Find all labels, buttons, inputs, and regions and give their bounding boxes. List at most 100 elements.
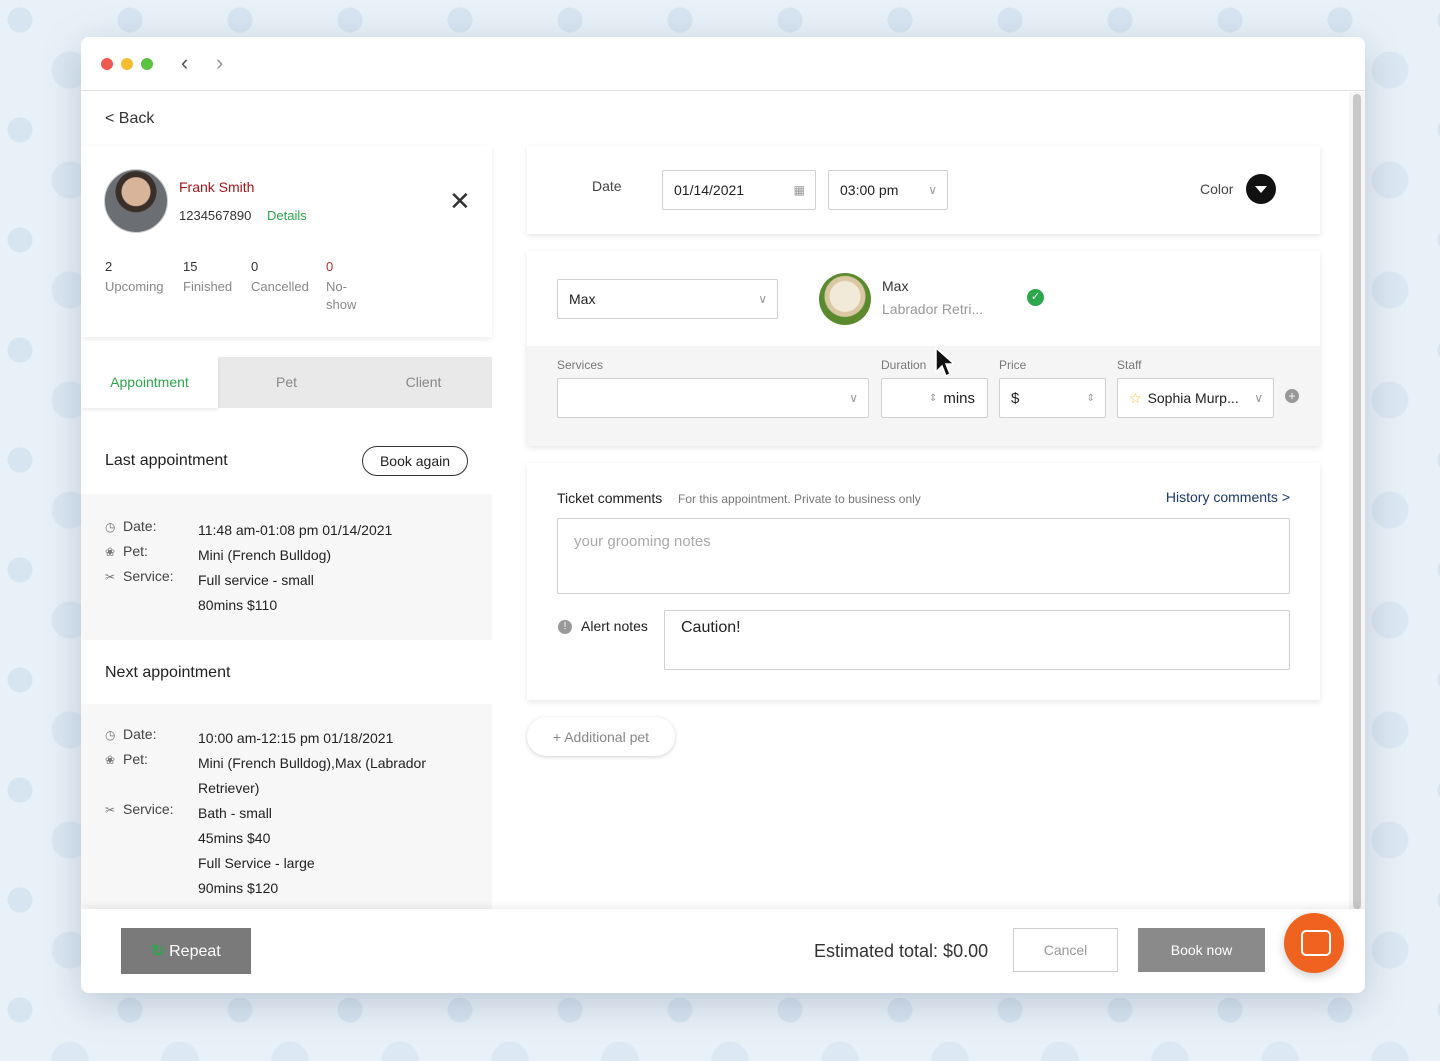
book-now-button[interactable]: Book now: [1138, 928, 1265, 972]
services-select[interactable]: ∨: [557, 378, 869, 418]
service-label: Service:: [123, 801, 174, 817]
client-details-link[interactable]: Details: [267, 208, 307, 223]
chat-icon[interactable]: [1284, 913, 1344, 973]
price-input[interactable]: $ ⇕: [999, 378, 1106, 418]
pet-service-card: Max ∨ Max Labrador Retri... ✓ Services ∨…: [527, 251, 1320, 446]
service-value: Full service - small: [198, 572, 314, 588]
alert-notes-label: Alert notes: [581, 618, 648, 634]
clock-icon: ◷: [105, 520, 116, 534]
maximize-window-button[interactable]: [141, 58, 153, 70]
calendar-icon: ▦: [793, 183, 805, 197]
color-picker-button[interactable]: [1246, 174, 1276, 204]
stat-label: Finished: [183, 279, 233, 294]
cancel-button[interactable]: Cancel: [1013, 928, 1118, 972]
paw-icon: ❀: [105, 545, 116, 559]
history-comments-link[interactable]: History comments >: [1166, 489, 1290, 505]
time-select[interactable]: 03:00 pm ∨: [828, 170, 948, 210]
stat-label: Cancelled: [251, 279, 309, 294]
service-detail: 90mins $120: [198, 880, 279, 896]
date-label: Date:: [123, 726, 157, 742]
book-again-button[interactable]: Book again: [362, 446, 468, 476]
stepper-icon[interactable]: ⇕: [929, 393, 937, 404]
detail-tabs: Appointment Pet Client: [81, 357, 492, 408]
staff-select-value: Sophia Murp...: [1147, 390, 1239, 406]
browser-back-icon[interactable]: ‹: [181, 50, 188, 76]
grooming-notes-textarea[interactable]: your grooming notes: [557, 518, 1290, 594]
scrollbar-thumb[interactable]: [1353, 94, 1361, 909]
price-label: Price: [999, 358, 1027, 372]
additional-pet-button[interactable]: + Additional pet: [527, 717, 675, 756]
tab-client[interactable]: Client: [355, 357, 492, 408]
ticket-comments-title: Ticket comments: [557, 490, 663, 506]
alert-notes-textarea[interactable]: Caution!: [664, 610, 1290, 670]
title-bar: ‹ ›: [81, 37, 1365, 91]
last-service-row: ✂ Service: Full service - small: [105, 568, 314, 588]
app-window: ‹ › < Back Frank Smith 1234567890 Detail…: [81, 37, 1365, 993]
browser-forward-icon[interactable]: ›: [216, 50, 223, 76]
staff-select[interactable]: ☆ Sophia Murp... ∨: [1117, 378, 1274, 418]
estimated-total: Estimated total: $0.00: [814, 941, 989, 961]
next-date-row: ◷ Date: 10:00 am-12:15 pm 01/18/2021: [105, 726, 393, 746]
chevron-down-icon: ∨: [1254, 391, 1263, 405]
duration-input[interactable]: ⇕ mins: [881, 378, 988, 418]
clock-icon: ◷: [105, 728, 116, 742]
duration-label: Duration: [881, 358, 927, 372]
ticket-comments-subtitle: For this appointment. Private to busines…: [678, 492, 921, 506]
duration-unit: mins: [943, 389, 975, 407]
next-appointment-details: ◷ Date: 10:00 am-12:15 pm 01/18/2021 ❀ Pet…: [81, 704, 492, 909]
close-icon[interactable]: ✕: [449, 188, 471, 214]
price-prefix: $: [1011, 389, 1020, 407]
add-service-icon[interactable]: +: [1285, 389, 1299, 403]
stat-no-show: 0 No-show: [326, 259, 362, 314]
pet-label: Pet:: [123, 751, 148, 767]
date-value: 11:48 am-01:08 pm 01/14/2021: [198, 522, 393, 538]
last-appointment-header: Last appointment Book again: [81, 428, 492, 494]
next-appointment-title: Next appointment: [105, 664, 231, 681]
chevron-down-icon: ∨: [849, 391, 858, 405]
booking-footer: ↻ Repeat Estimated total: $0.00 Cancel B…: [81, 909, 1365, 993]
client-avatar: [104, 169, 168, 233]
stat-value: 2: [105, 259, 113, 274]
stat-upcoming: 2 Upcoming: [105, 259, 175, 296]
pet-name: Max: [882, 278, 909, 294]
scissors-icon: ✂: [105, 570, 116, 584]
stat-value: 15: [183, 259, 198, 274]
main-content: < Back Frank Smith 1234567890 Details ✕ …: [81, 92, 1365, 909]
repeat-icon: ↻: [151, 943, 165, 960]
tab-pet[interactable]: Pet: [218, 357, 355, 408]
next-service-row: ✂ Service: Bath - small: [105, 801, 272, 821]
service-label: Service:: [123, 568, 174, 584]
mouse-cursor-icon: [935, 346, 954, 378]
stat-value: 0: [251, 259, 259, 274]
pet-value: Mini (French Bulldog): [198, 547, 332, 563]
date-input[interactable]: 01/14/2021 ▦: [662, 170, 816, 210]
stat-label: No-show: [326, 279, 357, 312]
chevron-down-icon: ∨: [928, 183, 937, 197]
client-phone: 1234567890: [179, 208, 252, 223]
chevron-down-icon: ∨: [758, 292, 767, 306]
next-pet-row: ❀ Pet: Mini (French Bulldog),Max (Labrado…: [105, 751, 426, 796]
star-icon: ☆: [1129, 389, 1142, 406]
service-detail: 80mins $110: [198, 597, 278, 613]
date-input-value: 01/14/2021: [674, 182, 745, 198]
pet-selector-section: Max ∨ Max Labrador Retri... ✓: [527, 251, 1320, 346]
close-window-button[interactable]: [101, 58, 113, 70]
stat-value: 0: [326, 259, 334, 274]
paw-icon: ❀: [105, 753, 116, 767]
services-label: Services: [557, 358, 604, 372]
pet-select[interactable]: Max ∨: [557, 279, 778, 319]
back-link[interactable]: < Back: [105, 110, 154, 128]
stepper-icon[interactable]: ⇕: [1087, 393, 1095, 404]
last-date-row: ◷ Date: 11:48 am-01:08 pm 01/14/2021: [105, 518, 392, 538]
service-detail: 45mins $40: [198, 830, 271, 846]
tab-appointment[interactable]: Appointment: [81, 357, 218, 408]
pet-breed: Labrador Retri...: [882, 301, 984, 317]
pet-value: Mini (French Bulldog),Max (Labrador Retr…: [198, 755, 426, 796]
last-appointment-title: Last appointment: [105, 452, 228, 469]
repeat-button[interactable]: ↻ Repeat: [121, 928, 251, 974]
client-card: Frank Smith 1234567890 Details ✕ 2 Upcom…: [81, 146, 492, 337]
pet-avatar: [819, 273, 871, 325]
client-name[interactable]: Frank Smith: [179, 179, 254, 195]
minimize-window-button[interactable]: [121, 58, 133, 70]
pet-select-value: Max: [569, 291, 596, 307]
